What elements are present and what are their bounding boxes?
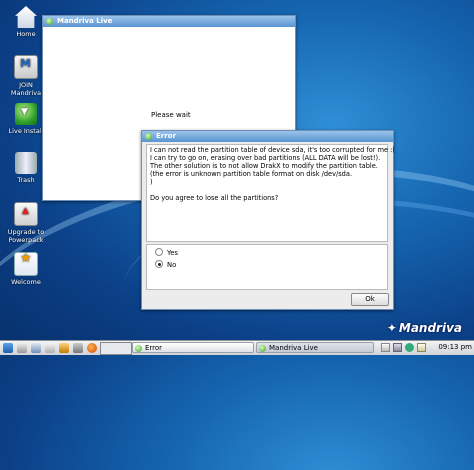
dialog-title: Error: [156, 132, 176, 140]
desktop-icon-welcome[interactable]: Welcome: [4, 252, 48, 286]
options-panel: Yes No: [146, 244, 388, 290]
message-line: I can try to go on, erasing over bad par…: [150, 154, 381, 163]
brand-text: Mandriva: [398, 321, 462, 335]
taskbar-item-mandriva-live[interactable]: Mandriva Live: [256, 342, 374, 353]
radio-option-yes[interactable]: Yes: [155, 248, 178, 257]
task-label: Error: [145, 344, 163, 352]
mandriva-logo: ✦ Mandriva: [387, 321, 462, 335]
message-question: Do you agree to lose all the partitions?: [150, 194, 279, 203]
message-line: [150, 186, 384, 194]
mandriva-live-task-icon: [259, 345, 266, 352]
error-task-icon: [135, 345, 142, 352]
error-dialog-icon: [145, 133, 152, 140]
message-line: The other solution is to not allow DrakX…: [150, 162, 378, 171]
error-message: I can not read the partition table of de…: [146, 144, 395, 242]
error-dialog: Error I can not read the partition table…: [141, 130, 395, 310]
desktop-icon-label: Welcome: [11, 278, 41, 286]
clipboard-icon[interactable]: [417, 343, 426, 352]
home-icon: [15, 6, 37, 28]
radio-button[interactable]: [155, 260, 163, 268]
tools-icon[interactable]: [59, 343, 69, 353]
workspace-pager[interactable]: [100, 342, 132, 355]
message-line: I can not read the partition table of de…: [150, 146, 395, 154]
update-icon[interactable]: [405, 343, 414, 352]
mandriva-star-icon: ✦: [386, 321, 397, 335]
ok-button[interactable]: Ok: [351, 293, 389, 306]
upgrade-icon: [14, 202, 38, 226]
clock[interactable]: 09:13 pm: [438, 342, 472, 353]
firefox-icon[interactable]: [87, 343, 97, 353]
radio-button[interactable]: [155, 248, 163, 256]
message-line: (the error is unknown partition table fo…: [150, 170, 352, 179]
dialog-titlebar[interactable]: Error: [142, 131, 393, 142]
desktop-icon-upgrade[interactable]: Upgrade to Powerpack: [4, 202, 48, 244]
mandriva-live-icon: [46, 18, 53, 25]
radio-option-no[interactable]: No: [155, 260, 177, 269]
show-desktop-icon[interactable]: [17, 343, 27, 353]
radio-label: No: [167, 261, 177, 269]
taskbar: Error Mandriva Live 09:13 pm: [0, 340, 474, 355]
file-manager-icon[interactable]: [31, 343, 41, 353]
join-mandriva-icon: [14, 55, 38, 79]
please-wait-text: Please wait: [151, 111, 191, 119]
message-line: ): [150, 178, 153, 187]
taskbar-item-error[interactable]: Error: [132, 342, 254, 353]
welcome-icon: [14, 252, 38, 276]
window-titlebar[interactable]: Mandriva Live: [43, 16, 295, 27]
menu-icon[interactable]: [3, 343, 13, 353]
network-icon[interactable]: [381, 343, 390, 352]
trash-icon: [15, 152, 37, 174]
desktop-icon-label: Upgrade to Powerpack: [7, 228, 45, 244]
settings-icon[interactable]: [73, 343, 83, 353]
terminal-icon[interactable]: [45, 343, 55, 353]
window-title: Mandriva Live: [57, 17, 113, 25]
volume-icon[interactable]: [393, 343, 402, 352]
task-label: Mandriva Live: [269, 344, 318, 352]
radio-label: Yes: [167, 249, 178, 257]
live-install-icon: [15, 103, 37, 125]
